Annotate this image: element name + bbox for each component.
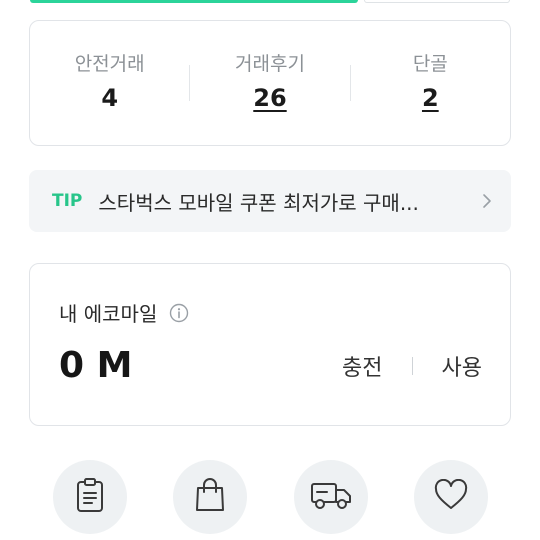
tip-tag: TIP: [52, 191, 83, 211]
stat-value: 4: [101, 84, 119, 112]
mileage-amount: 0 M: [59, 345, 133, 386]
mileage-actions: 충전 사용: [342, 350, 482, 382]
chevron-right-icon: [479, 193, 495, 209]
top-tab-active-bar: [30, 0, 358, 3]
shortcut-button-shopping-bag[interactable]: [173, 460, 247, 534]
stat-label: 단골: [412, 53, 448, 75]
stat-reviews[interactable]: 거래후기 26: [190, 51, 349, 115]
mileage-title: 내 에코마일: [59, 302, 158, 326]
eco-mileage-card: 내 에코마일 0 M 충전 사용: [29, 263, 511, 426]
stat-label: 안전거래: [74, 53, 145, 75]
use-button[interactable]: 사용: [442, 350, 482, 382]
stat-value-link[interactable]: 2: [422, 81, 439, 115]
tip-text: 스타벅스 모바일 쿠폰 최저가로 구매...: [98, 190, 419, 215]
trade-stats-card: 안전거래 4 거래후기 26 단골 2: [29, 20, 511, 146]
stat-label: 거래후기: [235, 53, 305, 75]
divider: [411, 357, 413, 375]
heart-icon: [433, 478, 469, 515]
delivery-truck-icon: [309, 478, 353, 516]
shortcut-button-delivery[interactable]: [294, 460, 368, 534]
stat-safe-trade[interactable]: 안전거래 4: [30, 51, 189, 115]
stat-regulars[interactable]: 단골 2: [351, 51, 510, 115]
mileage-title-row: 내 에코마일: [59, 298, 189, 327]
tip-banner[interactable]: TIP 스타벅스 모바일 쿠폰 최저가로 구매...: [29, 170, 511, 232]
shortcut-button-wishlist[interactable]: [414, 460, 488, 534]
stat-value-link[interactable]: 26: [253, 81, 286, 115]
shopping-bag-icon: [193, 477, 227, 517]
info-icon[interactable]: [169, 303, 189, 323]
shortcut-icon-row: [0, 460, 540, 540]
charge-button[interactable]: 충전: [342, 350, 382, 382]
clipboard-icon: [75, 477, 105, 517]
top-tab-inactive-bar: [364, 0, 510, 3]
shortcut-button-clipboard[interactable]: [53, 460, 127, 534]
top-strip: [0, 0, 540, 4]
